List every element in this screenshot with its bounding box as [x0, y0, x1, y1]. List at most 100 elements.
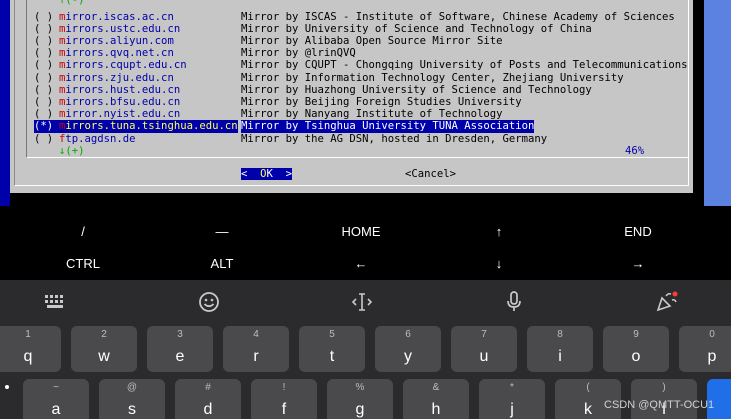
mirror-host-rest: irrors.cqupt.edu.cn — [65, 59, 187, 72]
mirror-row[interactable]: ( ) mirrors.bfsu.edu.cn Mirror by Beijing … — [34, 96, 522, 108]
key-o[interactable]: 9o — [603, 326, 669, 372]
key-symbol-hint: % — [355, 382, 365, 393]
ok-button[interactable]: < OK > — [241, 168, 293, 181]
key-r[interactable]: 4r — [223, 326, 289, 372]
key-s[interactable]: @ s — [99, 379, 165, 419]
microphone-icon[interactable] — [494, 288, 534, 316]
mirror-radio[interactable]: ( ) — [34, 11, 59, 23]
key-w[interactable]: 2w — [71, 326, 137, 372]
mirror-radio[interactable]: ( ) — [34, 47, 59, 59]
keyboard-toolbar — [0, 280, 731, 324]
extra-key-down[interactable]: ↓ — [426, 247, 572, 279]
key-letter: r — [253, 348, 259, 365]
mirror-host: mirrors.zju.edu.cn — [59, 72, 174, 84]
key-letter: o — [631, 348, 641, 365]
watermark: CSDN @QMTT-OCU1 — [604, 399, 715, 411]
emoji-icon[interactable] — [189, 288, 229, 316]
ok-button-rest: K > — [266, 168, 293, 180]
mirror-host: mirrors.tuna.tsinghua.edu.cn — [59, 120, 238, 133]
mirror-radio[interactable]: ( ) — [34, 84, 59, 96]
key-q[interactable]: 1q — [0, 326, 61, 372]
scroll-up-indicator: ↑(-) — [59, 0, 85, 6]
key-number-hint: 9 — [633, 329, 639, 340]
mirror-row[interactable]: ( ) mirror.nyist.edu.cn Mirror by Nanyang … — [34, 108, 503, 120]
keyboard-grid-icon[interactable] — [36, 288, 76, 316]
mirror-host-rest: irrors.bfsu.edu.cn — [65, 95, 181, 108]
mirror-radio[interactable]: ( ) — [34, 72, 59, 84]
mirror-row[interactable]: ( ) mirrors.hust.edu.cn Mirror by Huazhong… — [34, 84, 592, 96]
scroll-percent: 46% — [625, 145, 645, 157]
mirror-radio[interactable]: ( ) — [34, 96, 59, 108]
mirror-radio[interactable]: ( ) — [34, 108, 59, 120]
mirror-host: mirrors.qvq.net.cn — [59, 47, 174, 59]
extra-key-ctrl[interactable]: CTRL — [10, 247, 156, 279]
key-letter: w — [98, 348, 110, 365]
mirror-row[interactable]: (*) mirrors.tuna.tsinghua.edu.cn Mirror by… — [34, 120, 535, 133]
mirror-host-rest: irrors.aliyun.com — [65, 34, 174, 47]
key-e[interactable]: 3e — [147, 326, 213, 372]
key-symbol-hint: @ — [126, 382, 138, 393]
mirror-description: Mirror by Alibaba Open Source Mirror Sit… — [241, 34, 503, 47]
key-a[interactable]: ~ a — [23, 379, 89, 419]
terminal-view[interactable]: ↑(-) ( ) mirror.iscas.ac.cn Mirror by ISCA… — [0, 0, 731, 206]
key-d[interactable]: # d — [175, 379, 241, 419]
mirror-row[interactable]: ( ) mirrors.aliyun.com Mirror by Alibaba O… — [34, 35, 503, 47]
extra-key-dash[interactable]: — — [149, 215, 295, 247]
extra-key-right[interactable]: → — [565, 247, 711, 279]
key-letter: y — [404, 348, 412, 365]
mirror-row[interactable]: ( ) mirrors.qvq.net.cn Mirror by @lrinQVQ — [34, 47, 356, 59]
key-t[interactable]: 5t — [299, 326, 365, 372]
key-g[interactable]: % g — [327, 379, 393, 419]
mirror-radio[interactable]: ( ) — [34, 23, 59, 35]
mirror-row[interactable]: ( ) ftp.agdsn.de Mirror by the AG DSN, hos… — [34, 133, 547, 145]
extra-key-slash[interactable]: / — [10, 215, 156, 247]
mirror-radio[interactable]: ( ) — [34, 35, 59, 47]
mirror-host: mirror.iscas.ac.cn — [59, 11, 174, 23]
mirror-radio[interactable]: (*) — [34, 120, 59, 133]
key-i[interactable]: 8i — [527, 326, 593, 372]
key-f[interactable]: ! f — [251, 379, 317, 419]
mirror-host: ftp.agdsn.de — [59, 133, 136, 145]
extra-key-home[interactable]: HOME — [288, 215, 434, 247]
extra-key-left[interactable]: ← — [288, 247, 434, 279]
party-popper-icon[interactable] — [647, 288, 687, 316]
mirror-description: Mirror by the AG DSN, hosted in Dresden,… — [241, 132, 548, 145]
key-symbol-hint: & — [432, 382, 440, 393]
key-letter: s — [128, 401, 136, 418]
key-letter: d — [203, 401, 213, 418]
key-letter: i — [558, 348, 562, 365]
key-u[interactable]: 7u — [451, 326, 517, 372]
key-j[interactable]: * j — [479, 379, 545, 419]
key-p[interactable]: 0p — [679, 326, 731, 372]
mirror-row[interactable]: ( ) mirrors.cqupt.edu.cn Mirror by CQUPT -… — [34, 59, 687, 71]
key-symbol-hint: ! — [282, 382, 286, 393]
key-number-hint: 3 — [177, 329, 183, 340]
mirror-radio[interactable]: ( ) — [34, 133, 59, 145]
mirror-host: mirror.nyist.edu.cn — [59, 108, 180, 120]
key-number-hint: 2 — [101, 329, 107, 340]
mirror-host-rest: irrors.qvq.net.cn — [65, 47, 174, 60]
extra-key-end[interactable]: END — [565, 215, 711, 247]
key-letter: h — [431, 401, 441, 418]
mirror-row[interactable]: ( ) mirrors.ustc.edu.cn Mirror by Universi… — [34, 23, 592, 35]
key-letter: a — [51, 401, 61, 418]
key-letter: e — [175, 348, 185, 365]
extra-key-alt[interactable]: ALT — [149, 247, 295, 279]
key-y[interactable]: 6y — [375, 326, 441, 372]
mirror-description: Mirror by Beijing Foreign Studies Univer… — [241, 95, 522, 108]
mirror-host: mirrors.hust.edu.cn — [59, 84, 180, 96]
key-symbol-hint: # — [205, 382, 211, 393]
mirror-row[interactable]: ( ) mirror.iscas.ac.cn Mirror by ISCAS - I… — [34, 11, 675, 23]
cancel-button[interactable]: <Cancel> — [405, 168, 456, 180]
mirror-description: Mirror by CQUPT - Chongqing University o… — [241, 59, 688, 72]
text-cursor-icon[interactable] — [342, 288, 382, 316]
mirror-row[interactable]: ( ) mirrors.zju.edu.cn Mirror by Informati… — [34, 72, 624, 84]
mirror-description: Mirror by Information Technology Center,… — [241, 71, 624, 84]
mirror-radio[interactable]: ( ) — [34, 59, 59, 71]
key-letter: q — [23, 348, 33, 365]
key-h[interactable]: & h — [403, 379, 469, 419]
extra-key-up[interactable]: ↑ — [426, 215, 572, 247]
cursor-dot — [5, 385, 9, 389]
key-symbol-hint: ~ — [53, 382, 59, 393]
mirror-description: Mirror by Nanyang Institute of Technolog… — [241, 108, 503, 121]
